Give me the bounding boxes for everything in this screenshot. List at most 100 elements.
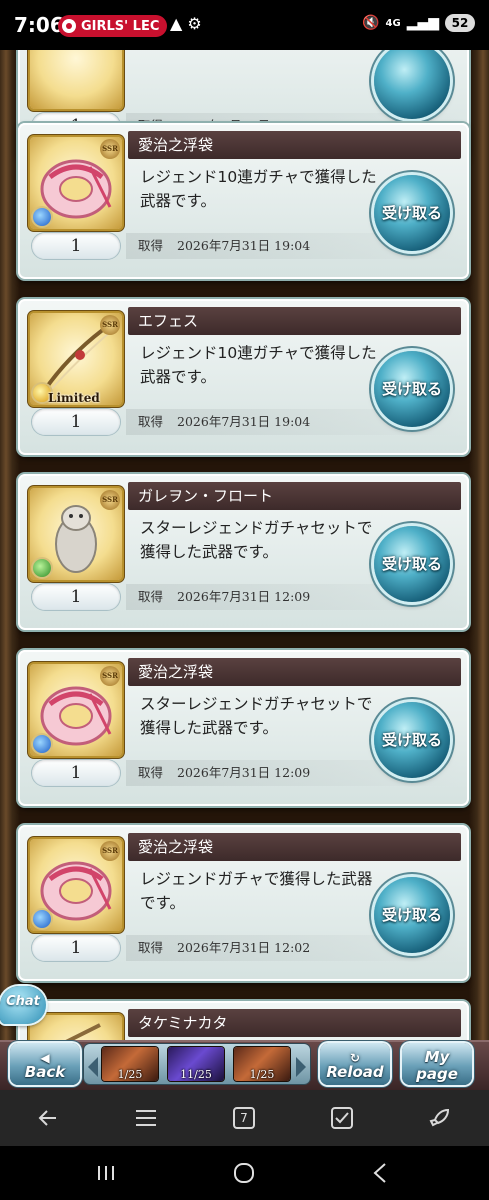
item-description: スターレジェンドガチャセットで獲得した武器です。 [140, 695, 373, 737]
back-arrow-icon[interactable] [28, 1098, 68, 1138]
item-thumbnail: SSR [30, 137, 122, 229]
receive-button[interactable]: 受け取る [374, 175, 450, 251]
signal-icon: ▂▄▆ [406, 15, 439, 31]
receive-button[interactable]: 受け取る [374, 877, 450, 953]
water-element-icon [33, 208, 51, 226]
item-name: 愛治之浮袋 [128, 131, 461, 159]
mypage-label-1: My [424, 1048, 450, 1066]
receive-button[interactable] [374, 50, 450, 119]
tabs-button[interactable]: 7 [224, 1098, 264, 1138]
item-thumbnail [30, 1015, 122, 1040]
item-description: レジェンド10連ガチャで獲得した武器です。 [140, 168, 377, 210]
network-label: 4G [385, 17, 401, 29]
reload-button[interactable]: ↻ Reload [320, 1043, 390, 1085]
received-label: 取得 [138, 589, 164, 604]
received-label: 取得 [138, 414, 164, 429]
gift-item: SSR 愛治之浮袋 スターレジェンドガチャセットで獲得した武器です。 1 取得 2… [18, 650, 469, 806]
app-notification-pill[interactable]: GIRLS' LEC [58, 15, 168, 37]
quantity-field: 1 [32, 760, 120, 786]
back-label: Back [24, 1062, 66, 1081]
item-thumbnail [30, 50, 122, 109]
date-text: 2026年7月31日 19:04 [177, 238, 311, 253]
item-thumbnail: SSR Limited [30, 313, 122, 405]
item-thumbnail: SSR [30, 664, 122, 756]
tab-count: 7 [240, 1111, 248, 1125]
home-icon[interactable] [224, 1157, 264, 1189]
rarity-badge: SSR [100, 841, 120, 861]
date-text: 2026年7月31日 12:09 [177, 765, 311, 780]
status-bar: 7:06 GIRLS' LEC ▲ ⚙ 🔇 4G ▂▄▆ 52 [0, 0, 489, 50]
wind-element-icon [33, 559, 51, 577]
reload-label: Reload [326, 1062, 384, 1081]
item-description: レジェンドガチャで獲得した武器です。 [140, 870, 373, 912]
quantity-field: 1 [32, 584, 120, 610]
gear-icon: ⚙ [187, 14, 202, 33]
record-icon [62, 19, 76, 33]
quantity-field: 1 [32, 409, 120, 435]
status-right: 🔇 4G ▂▄▆ 52 [362, 14, 475, 32]
date-text: 2026年7月31日 19:04 [177, 414, 311, 429]
system-nav-bar [0, 1146, 489, 1200]
item-description: スターレジェンドガチャセットで獲得した武器です。 [140, 519, 373, 561]
card-count: 1/25 [117, 1068, 143, 1081]
recent-apps-icon[interactable] [86, 1157, 126, 1189]
receive-button[interactable]: 受け取る [374, 702, 450, 778]
item-name: 愛治之浮袋 [128, 833, 461, 861]
checkbox-icon[interactable] [322, 1098, 362, 1138]
app-pill-label: GIRLS' LEC [81, 18, 160, 34]
mute-icon: 🔇 [362, 15, 380, 31]
rarity-badge: SSR [100, 490, 120, 510]
received-label: 取得 [138, 238, 164, 253]
item-name: タケミナカタ [128, 1009, 461, 1037]
card-count: 11/25 [180, 1068, 212, 1081]
sword-weapon-icon [65, 1023, 101, 1040]
limited-label: Limited [48, 391, 100, 405]
receive-button[interactable]: 受け取る [374, 526, 450, 602]
rocket-icon[interactable] [420, 1098, 460, 1138]
battery-indicator: 52 [445, 14, 475, 32]
gift-item: タケミナカタ [18, 1001, 469, 1040]
item-name: 愛治之浮袋 [128, 658, 461, 686]
item-name: エフェス [128, 307, 461, 335]
quantity-field: 1 [32, 233, 120, 259]
receive-button[interactable]: 受け取る [374, 351, 450, 427]
gift-item: SSR 愛治之浮袋 レジェンド10連ガチャで獲得した武器です。 1 取得 2026… [18, 123, 469, 279]
received-label: 取得 [138, 765, 164, 780]
gift-item: SSR ガレヲン・フロート スターレジェンドガチャセットで獲得した武器です。 1… [18, 474, 469, 630]
quick-item-card[interactable]: 11/25 [168, 1047, 224, 1081]
date-text: 2026年7月31日 12:09 [177, 589, 311, 604]
reload-icon: ↻ [349, 1050, 361, 1065]
gift-item: SSR 愛治之浮袋 レジェンドガチャで獲得した武器です。 1 取得 2026年7月… [18, 825, 469, 981]
date-text: 2026年7月31日 12:02 [177, 940, 311, 955]
status-icons: ▲ ⚙ [170, 14, 202, 33]
rarity-badge: SSR [100, 139, 120, 159]
water-element-icon [33, 910, 51, 928]
strip-right-arrow-icon[interactable] [296, 1057, 306, 1077]
chat-button[interactable]: Chat [0, 986, 46, 1024]
mypage-button[interactable]: My page [402, 1043, 472, 1085]
item-description: レジェンド10連ガチャで獲得した武器です。 [140, 344, 377, 386]
back-arrow-icon: ◀ [40, 1050, 50, 1065]
menu-icon[interactable] [126, 1098, 166, 1138]
rarity-badge: SSR [100, 666, 120, 686]
quick-item-card[interactable]: 1/25 [102, 1047, 158, 1081]
card-count: 1/25 [249, 1068, 275, 1081]
navigation-arrow-icon: ▲ [170, 14, 183, 33]
game-nav-bar: ◀ Back 1/25 11/25 1/25 ↻ Reload My page [0, 1040, 489, 1090]
water-element-icon [33, 735, 51, 753]
item-thumbnail: SSR [30, 839, 122, 931]
rarity-badge: SSR [100, 315, 120, 335]
item-thumbnail: SSR [30, 488, 122, 580]
quantity-field: 1 [32, 935, 120, 961]
received-label: 取得 [138, 940, 164, 955]
clock: 7:06 [14, 13, 64, 37]
mypage-label-2: page [416, 1065, 458, 1083]
strip-left-arrow-icon[interactable] [88, 1057, 98, 1077]
gift-item: SSR Limited エフェス レジェンド10連ガチャで獲得した武器です。 1… [18, 299, 469, 455]
quick-item-card[interactable]: 1/25 [234, 1047, 290, 1081]
browser-toolbar: 7 [0, 1090, 489, 1146]
system-back-icon[interactable] [360, 1157, 400, 1189]
quick-item-strip: 1/25 11/25 1/25 [84, 1044, 310, 1084]
item-name: ガレヲン・フロート [128, 482, 461, 510]
back-button[interactable]: ◀ Back [10, 1043, 80, 1085]
